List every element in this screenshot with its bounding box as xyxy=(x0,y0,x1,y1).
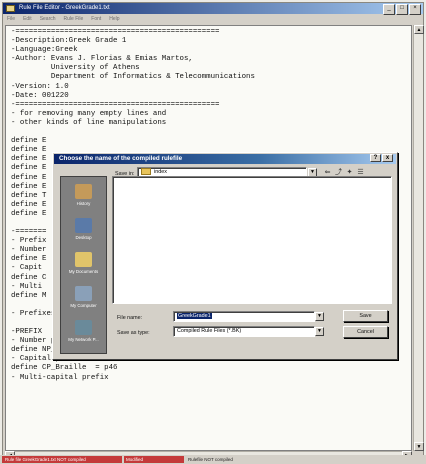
window-titlebar[interactable]: Rule File Editor - GreekGrade1.txt _ □ × xyxy=(3,3,423,15)
place-my-computer[interactable]: My Computer xyxy=(61,283,106,316)
dialog-titlebar[interactable]: Choose the name of the compiled rulefile xyxy=(54,154,396,164)
documents-folder-icon xyxy=(75,252,92,267)
place-my-documents[interactable]: My Documents xyxy=(61,249,106,282)
history-icon xyxy=(75,184,92,199)
app-icon xyxy=(6,5,15,12)
file-list[interactable] xyxy=(112,176,392,304)
place-label: My Documents xyxy=(68,269,99,274)
status-message: Rule file GreekGrade1.txt NOT compiled xyxy=(2,456,122,463)
place-label: Desktop xyxy=(75,235,92,240)
place-desktop[interactable]: Desktop xyxy=(61,215,106,248)
save-type-dropdown-icon[interactable]: ▼ xyxy=(315,327,324,336)
folder-icon xyxy=(141,168,151,176)
place-history[interactable]: History xyxy=(61,181,106,214)
cancel-button[interactable]: Cancel xyxy=(343,326,388,338)
place-network[interactable]: My Network P... xyxy=(61,317,106,350)
save-in-value: index xyxy=(154,169,167,175)
place-label: My Network P... xyxy=(68,337,99,342)
desktop-icon xyxy=(75,218,92,233)
status-modified: Modified xyxy=(124,456,184,463)
menu-bar: File Edit Search Rule File Font Help xyxy=(3,14,423,24)
save-button[interactable]: Save xyxy=(343,310,388,322)
window-title: Rule File Editor - GreekGrade1.txt xyxy=(19,5,110,11)
menu-font[interactable]: Font xyxy=(91,14,101,24)
scroll-up-icon[interactable]: ▲ xyxy=(414,25,424,34)
status-compile: Rulefile NOT compiled xyxy=(188,457,233,462)
file-name-label: File name: xyxy=(117,315,143,321)
menu-edit[interactable]: Edit xyxy=(23,14,32,24)
save-dialog: Choose the name of the compiled rulefile… xyxy=(52,152,398,360)
vertical-scrollbar[interactable]: ▲ ▼ xyxy=(413,25,424,451)
scroll-down-icon[interactable]: ▼ xyxy=(414,442,424,451)
menu-search[interactable]: Search xyxy=(40,14,56,24)
place-label: My Computer xyxy=(70,303,97,308)
file-name-value: GreekGrade1 xyxy=(177,313,212,319)
file-name-input[interactable]: GreekGrade1 xyxy=(173,311,315,322)
file-name-dropdown-icon[interactable]: ▼ xyxy=(315,312,324,321)
places-bar: History Desktop My Documents My Computer… xyxy=(60,176,107,354)
help-icon[interactable]: ? xyxy=(370,154,381,162)
save-type-label: Save as type: xyxy=(117,330,150,336)
dialog-close-icon[interactable]: x xyxy=(382,154,393,162)
save-type-value: Compiled Rule Files (*.BK) xyxy=(177,328,242,334)
place-label: History xyxy=(76,201,91,206)
menu-rule-file[interactable]: Rule File xyxy=(64,14,84,24)
computer-icon xyxy=(75,286,92,301)
window-controls: _ □ × xyxy=(383,4,421,15)
menu-file[interactable]: File xyxy=(7,14,15,24)
menu-help[interactable]: Help xyxy=(109,14,119,24)
network-icon xyxy=(75,320,92,335)
dialog-title: Choose the name of the compiled rulefile xyxy=(59,155,183,162)
save-type-select[interactable]: Compiled Rule Files (*.BK) xyxy=(173,326,315,337)
